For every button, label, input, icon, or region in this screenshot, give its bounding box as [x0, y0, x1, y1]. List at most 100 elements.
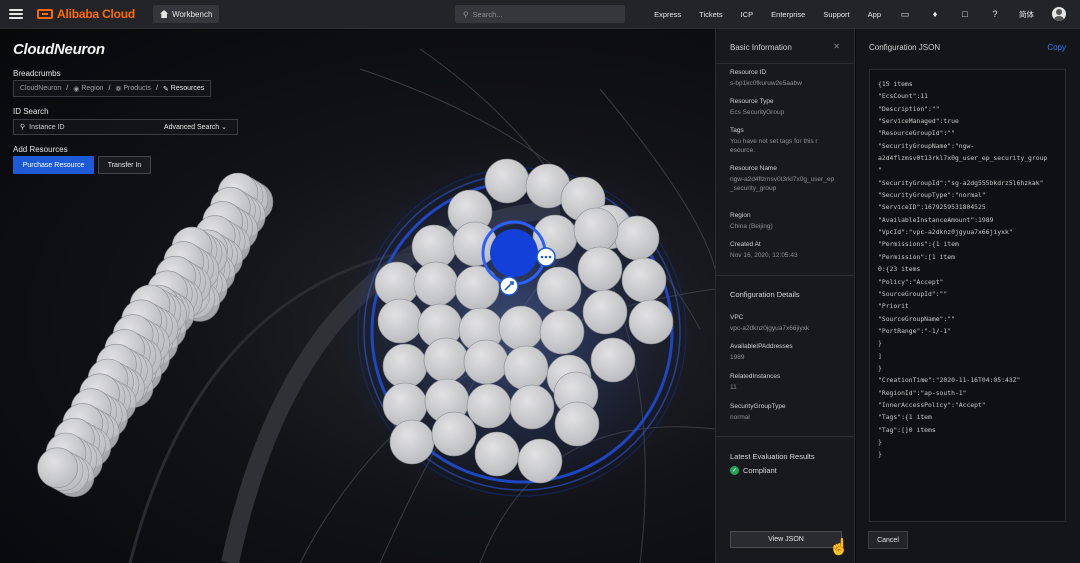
- resource-node[interactable]: [503, 345, 549, 391]
- panel-title: Basic Information: [730, 43, 792, 52]
- resource-visualization[interactable]: CloudNeuron Breadcrumbs CloudNeuron / ◉ Re…: [0, 29, 715, 563]
- bell-icon[interactable]: ♦: [929, 8, 941, 20]
- resource-node[interactable]: [389, 419, 435, 465]
- json-code-line: }: [878, 363, 882, 372]
- json-code-line: "Permission":[1 item: [878, 252, 955, 261]
- resource-node[interactable]: [452, 221, 498, 267]
- workbench-button[interactable]: Workbench: [153, 5, 220, 23]
- resource-node[interactable]: [590, 337, 636, 383]
- cancel-button[interactable]: Cancel: [868, 531, 908, 549]
- resource-node[interactable]: [582, 289, 628, 335]
- field-label-security-group-type: SecurityGroupType: [730, 403, 786, 410]
- nav-app[interactable]: App: [868, 10, 881, 19]
- json-code-line: ]: [878, 351, 882, 360]
- resource-node[interactable]: [517, 438, 563, 484]
- json-code-line: "AvailableInstanceAmount":1989: [878, 215, 994, 224]
- help-icon[interactable]: ?: [989, 8, 1001, 20]
- resource-node[interactable]: [431, 411, 477, 457]
- field-value-created-at: Nov 16, 2020, 12:05:43: [730, 252, 798, 259]
- chevron-down-icon: ⌄: [221, 124, 227, 131]
- json-code-line: }: [878, 339, 882, 348]
- nav-tickets[interactable]: Tickets: [699, 10, 722, 19]
- json-code-line: "EcsCount":11: [878, 92, 929, 101]
- field-value-related-instances: 11: [730, 384, 737, 391]
- nav-enterprise[interactable]: Enterprise: [771, 10, 805, 19]
- message-icon[interactable]: ▭: [899, 8, 911, 20]
- field-label-related-instances: RelatedInstances: [730, 373, 781, 380]
- resource-node[interactable]: [536, 266, 582, 312]
- id-search-placeholder: Instance ID: [29, 123, 65, 131]
- breadcrumb-resources[interactable]: Resources: [171, 85, 204, 92]
- hand-cursor-icon: ☝: [829, 539, 849, 556]
- resource-node[interactable]: [573, 207, 619, 253]
- json-code-line: a2d4flzmsv0t13rkl7x0g_user_ep_security_g…: [878, 154, 1048, 163]
- alibaba-cloud-logo[interactable]: Alibaba Cloud: [37, 7, 135, 21]
- resource-node[interactable]: [614, 215, 660, 261]
- resource-node[interactable]: [498, 305, 544, 351]
- link-icon[interactable]: [499, 276, 519, 296]
- resource-node[interactable]: [509, 384, 555, 430]
- advanced-search-label: Advanced Search: [163, 124, 220, 131]
- resource-node[interactable]: [463, 339, 509, 385]
- json-code-line: "SourceGroupId":"": [878, 289, 948, 298]
- json-code-line: }: [878, 450, 882, 459]
- resource-node[interactable]: [382, 382, 428, 428]
- resource-node[interactable]: [377, 298, 423, 344]
- configuration-json-panel: Configuration JSON Copy {15 items "EcsCou…: [856, 29, 1080, 563]
- resource-node[interactable]: [413, 261, 459, 307]
- top-search-input[interactable]: ⚲ Search...: [455, 5, 625, 23]
- copy-link[interactable]: Copy: [1047, 43, 1066, 52]
- basic-information-panel: Basic Information ✕ Resource ID s-bp1kc0…: [715, 29, 855, 563]
- more-icon[interactable]: [536, 247, 556, 267]
- field-value-security-group-type: normal: [730, 414, 750, 421]
- json-code-line: "SecurityGroupName":"ngw-: [878, 141, 975, 150]
- selected-node[interactable]: [481, 220, 547, 286]
- resource-node[interactable]: [554, 401, 600, 447]
- resource-node[interactable]: [382, 343, 428, 389]
- view-json-button[interactable]: View JSON: [730, 531, 842, 548]
- divider: [716, 275, 855, 276]
- resource-node[interactable]: [621, 257, 667, 303]
- field-label-resource-type: Resource Type: [730, 98, 774, 105]
- breadcrumb: CloudNeuron / ◉ Region / ❁ Products / ✎ Resour…: [13, 80, 212, 97]
- logo-text: Alibaba Cloud: [57, 7, 136, 21]
- resource-node[interactable]: [577, 246, 623, 292]
- field-value-region: China (Beijing): [730, 223, 773, 230]
- menu-icon[interactable]: [9, 9, 23, 19]
- json-code-line: }: [878, 437, 882, 446]
- nav-express[interactable]: Express: [654, 10, 681, 19]
- resource-node[interactable]: [539, 309, 585, 355]
- cart-icon[interactable]: □: [959, 8, 971, 20]
- json-code-line: "Tags":{1 item: [878, 413, 932, 422]
- json-code-view[interactable]: {15 items "EcsCount":11 "Description":"" "S…: [869, 69, 1066, 522]
- resource-node[interactable]: [628, 299, 674, 345]
- language-switch[interactable]: 简体: [1019, 9, 1034, 20]
- transfer-in-button[interactable]: Transfer In: [98, 156, 151, 174]
- cube-icon: ❁: [115, 85, 122, 93]
- resource-node[interactable]: [454, 265, 500, 311]
- id-search-input[interactable]: ⚲ Instance ID Advanced Search ⌄: [13, 119, 238, 135]
- resource-node[interactable]: [37, 447, 78, 489]
- home-icon: [160, 10, 169, 18]
- nav-support[interactable]: Support: [823, 10, 849, 19]
- network-graph[interactable]: [0, 29, 715, 563]
- resource-node[interactable]: [474, 431, 520, 477]
- resource-node[interactable]: [423, 337, 469, 383]
- search-icon: ⚲: [20, 124, 26, 131]
- json-code-line: ": [878, 166, 882, 175]
- resource-node[interactable]: [484, 158, 530, 204]
- json-code-line: "PortRange":"-1/-1": [878, 326, 952, 335]
- search-icon: ⚲: [463, 9, 469, 19]
- advanced-search-dropdown[interactable]: Advanced Search ⌄: [164, 123, 227, 131]
- field-label-available-ip: AvailableIPAddresses: [730, 343, 793, 350]
- resource-node[interactable]: [466, 383, 512, 429]
- breadcrumb-cloudneuron[interactable]: CloudNeuron: [20, 85, 61, 92]
- breadcrumb-region[interactable]: Region: [81, 85, 103, 92]
- avatar[interactable]: [1052, 7, 1066, 21]
- purchase-resource-button[interactable]: Purchase Resource: [13, 156, 94, 174]
- nav-icp[interactable]: ICP: [741, 10, 754, 19]
- json-code-line: "ServiceID":1679259531804525: [878, 203, 986, 212]
- close-icon[interactable]: ✕: [833, 42, 840, 51]
- json-code-line: "ResourceGroupId":"": [878, 129, 955, 138]
- breadcrumb-products[interactable]: Products: [123, 85, 151, 92]
